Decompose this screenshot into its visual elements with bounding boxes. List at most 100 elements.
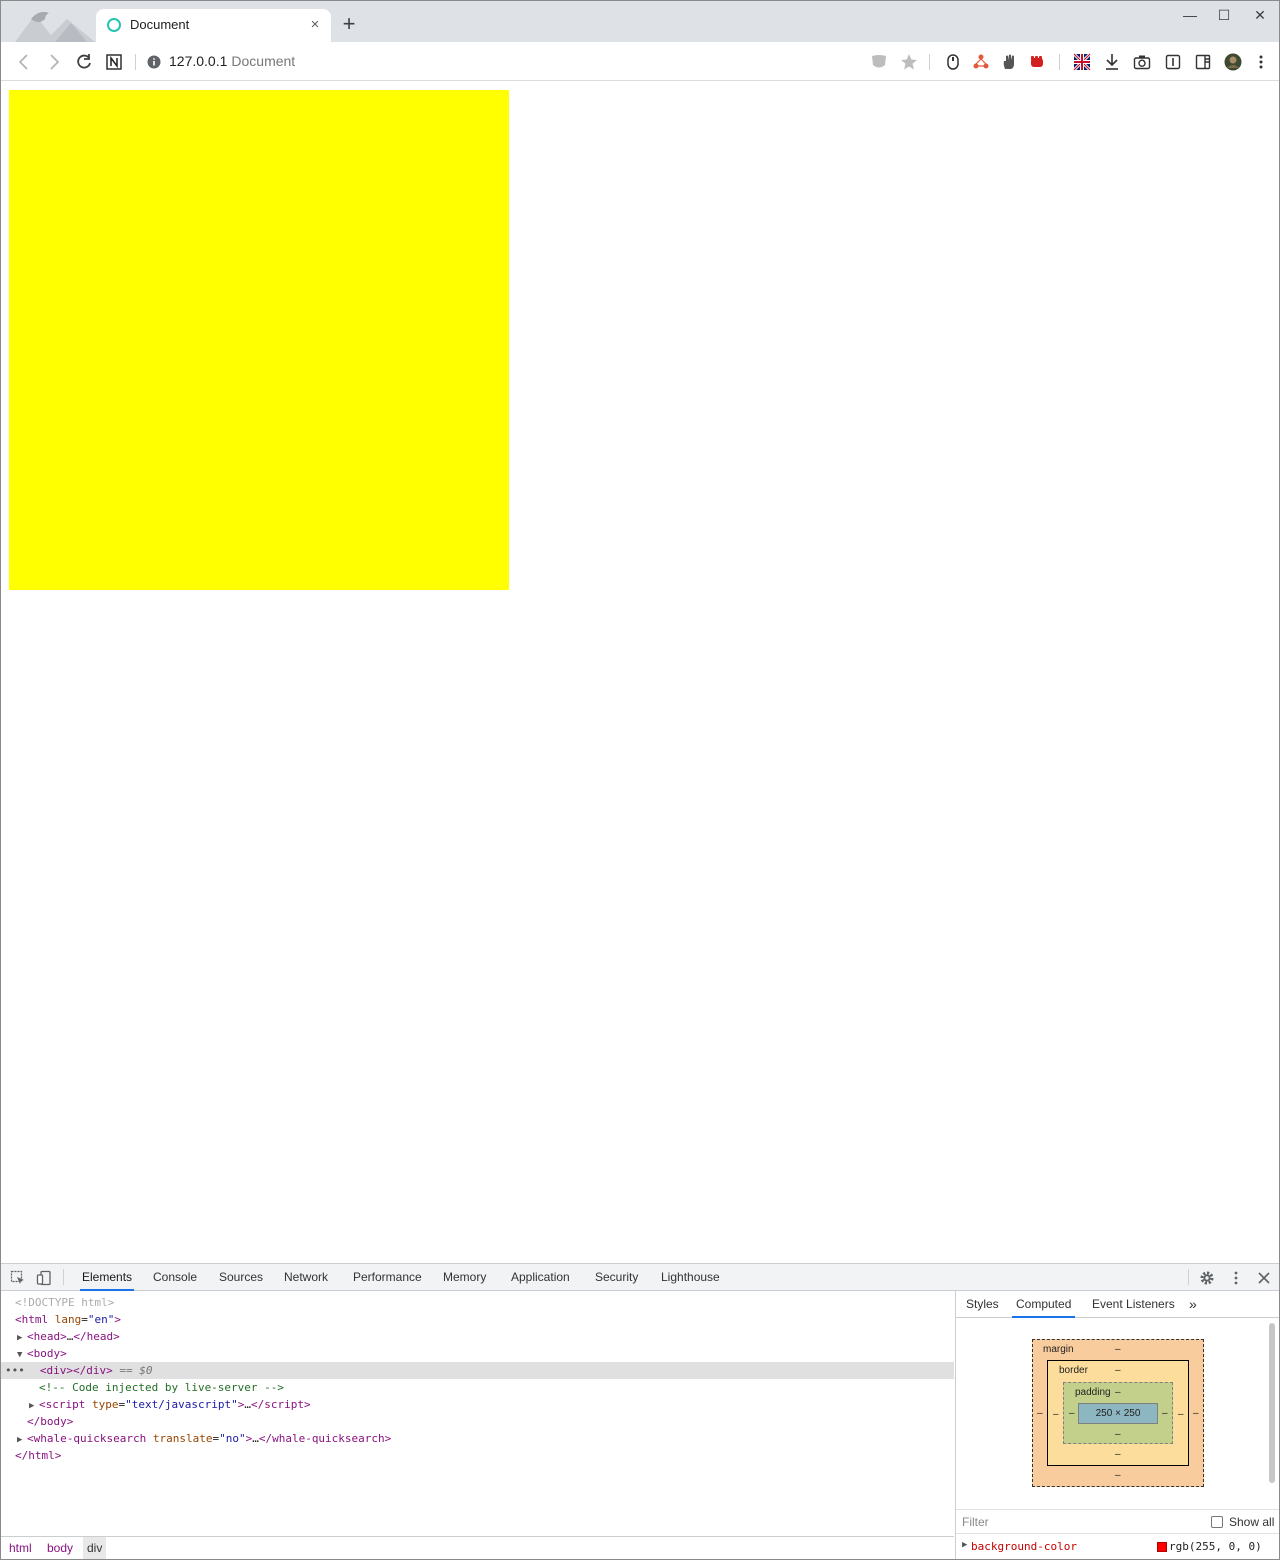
show-all-checkbox[interactable] (1211, 1516, 1223, 1528)
dom-line-html[interactable]: <html lang="en"> (1, 1311, 954, 1328)
html-attr: lang (54, 1313, 82, 1326)
breadcrumb-div[interactable]: div (83, 1537, 107, 1559)
filter-input[interactable] (962, 1513, 1162, 1531)
breadcrumb-body[interactable]: body (43, 1537, 77, 1559)
dom-line-div-selected[interactable]: ••• <div></div> == $0 (1, 1362, 954, 1379)
tab-memory[interactable]: Memory (441, 1264, 488, 1291)
tab-event-listeners[interactable]: Event Listeners (1088, 1291, 1179, 1318)
tab-styles[interactable]: Styles (962, 1291, 1003, 1318)
tab-sources[interactable]: Sources (217, 1264, 265, 1291)
padding-top-value: – (1115, 1387, 1121, 1398)
script-attr-val: "text/javascript" (125, 1398, 238, 1411)
close-devtools-icon[interactable] (1255, 1269, 1273, 1287)
gear-icon[interactable] (1198, 1269, 1216, 1287)
tab-security[interactable]: Security (593, 1264, 640, 1291)
whale-attr-val: "no" (219, 1432, 246, 1445)
toolbar-divider (1059, 54, 1060, 70)
tab-performance[interactable]: Performance (351, 1264, 424, 1291)
loading-circle-icon (107, 18, 121, 32)
expand-triangle-icon[interactable]: ▶ (962, 1540, 967, 1550)
html-tag: html (21, 1313, 49, 1326)
inspect-element-icon[interactable] (9, 1269, 27, 1287)
dom-line-doctype[interactable]: <!DOCTYPE html> (1, 1294, 954, 1311)
new-tab-button[interactable]: + (339, 13, 359, 35)
sidebar-scrollbar[interactable] (1269, 1323, 1275, 1483)
mouse-icon[interactable] (943, 52, 963, 72)
tab-lighthouse[interactable]: Lighthouse (659, 1264, 722, 1291)
dom-line-html-close[interactable]: </html> (1, 1447, 954, 1464)
script-attr: type (92, 1398, 119, 1411)
reload-icon[interactable] (73, 51, 95, 73)
computed-property-row[interactable]: ▶ background-color rgb(255, 0, 0) (956, 1533, 1279, 1559)
back-icon[interactable] (13, 51, 35, 73)
more-tabs-icon[interactable]: » (1185, 1291, 1201, 1318)
dom-line-whale[interactable]: ▶ <whale-quicksearch translate="no">…</wh… (1, 1430, 954, 1447)
whale-ellipsis: … (252, 1432, 259, 1445)
dom-line-body-close[interactable]: </body> (1, 1413, 954, 1430)
uk-flag-icon[interactable] (1072, 52, 1092, 72)
margin-label: margin (1043, 1344, 1074, 1355)
tab-document[interactable]: Document × (96, 9, 331, 42)
padding-bottom-value: – (1115, 1429, 1121, 1440)
selected-marker: == $0 (112, 1364, 153, 1377)
tab-network[interactable]: Network (282, 1264, 330, 1291)
tab-title: Document (130, 17, 190, 32)
box-model-diagram: margin – – – – border – – – – padding – … (1032, 1339, 1204, 1487)
dom-line-head[interactable]: ▶ <head>…</head> (1, 1328, 954, 1345)
download-icon[interactable] (1102, 52, 1122, 72)
profile-avatar-icon[interactable] (1223, 52, 1243, 72)
padding-box: padding – – – – 250 × 250 (1063, 1382, 1173, 1444)
site-info-icon[interactable] (143, 51, 165, 73)
tab-console[interactable]: Console (151, 1264, 199, 1291)
page-viewport (1, 82, 1279, 1262)
more-options-icon[interactable] (1227, 1269, 1245, 1287)
margin-left-value: – (1037, 1408, 1043, 1419)
tab-computed[interactable]: Computed (1012, 1291, 1076, 1318)
notion-icon[interactable] (103, 51, 125, 73)
whale-close-tag: whale-quicksearch (272, 1432, 385, 1445)
head-tag: head (33, 1330, 61, 1343)
breadcrumb-html[interactable]: html (5, 1537, 36, 1559)
whale-attr: translate (152, 1432, 213, 1445)
network-icon[interactable] (971, 52, 991, 72)
devtools-divider (63, 1269, 64, 1285)
show-all-label: Show all (1229, 1515, 1275, 1529)
tab-close-button[interactable]: × (307, 17, 323, 33)
hand-icon[interactable] (999, 52, 1019, 72)
script-ellipsis: … (244, 1398, 251, 1411)
border-top-value: – (1115, 1365, 1121, 1376)
sidebar-icon[interactable] (1193, 52, 1213, 72)
devtools-panel: Elements Console Sources Network Perform… (1, 1263, 1279, 1559)
property-value: rgb(255, 0, 0) (1169, 1540, 1262, 1553)
address-bar[interactable]: 127.0.0.1 Document (169, 53, 295, 69)
dom-line-comment[interactable]: <!-- Code injected by live-server --> (1, 1379, 954, 1396)
tab-strip-artwork (15, 5, 95, 42)
tab-application[interactable]: Application (509, 1264, 572, 1291)
doctype-text: <!DOCTYPE html> (15, 1296, 115, 1309)
fist-icon[interactable] (1027, 52, 1047, 72)
border-label: border (1059, 1365, 1088, 1376)
body-close-tag: body (40, 1415, 67, 1428)
content-size: 250 × 250 (1078, 1403, 1158, 1424)
border-right-value: – (1178, 1409, 1184, 1420)
dom-line-body[interactable]: ▼ <body> (1, 1345, 954, 1362)
html-close-tag: html (28, 1449, 55, 1462)
shield-icon[interactable] (869, 52, 889, 72)
device-toolbar-icon[interactable] (35, 1269, 53, 1287)
tab-elements[interactable]: Elements (80, 1264, 135, 1291)
menu-icon[interactable] (1251, 52, 1271, 72)
camera-icon[interactable] (1132, 52, 1152, 72)
dom-line-script[interactable]: ▶ <script type="text/javascript">…</scrip… (1, 1396, 954, 1413)
computed-sidebar: Styles Computed Event Listeners » margin… (955, 1291, 1279, 1559)
border-left-value: – (1053, 1409, 1059, 1420)
browser-window: Document × + — ☐ ✕ 127.0.0.1 Document El… (0, 0, 1280, 1560)
close-window-button[interactable]: ✕ (1243, 3, 1277, 27)
reader-icon[interactable] (1163, 52, 1183, 72)
star-icon[interactable] (899, 52, 919, 72)
forward-icon[interactable] (43, 51, 65, 73)
script-tag: script (45, 1398, 86, 1411)
border-box: border – – – – padding – – – – 250 × 250 (1047, 1360, 1189, 1466)
color-swatch[interactable] (1157, 1542, 1167, 1552)
minimize-button[interactable]: — (1173, 3, 1207, 27)
maximize-button[interactable]: ☐ (1207, 3, 1241, 27)
